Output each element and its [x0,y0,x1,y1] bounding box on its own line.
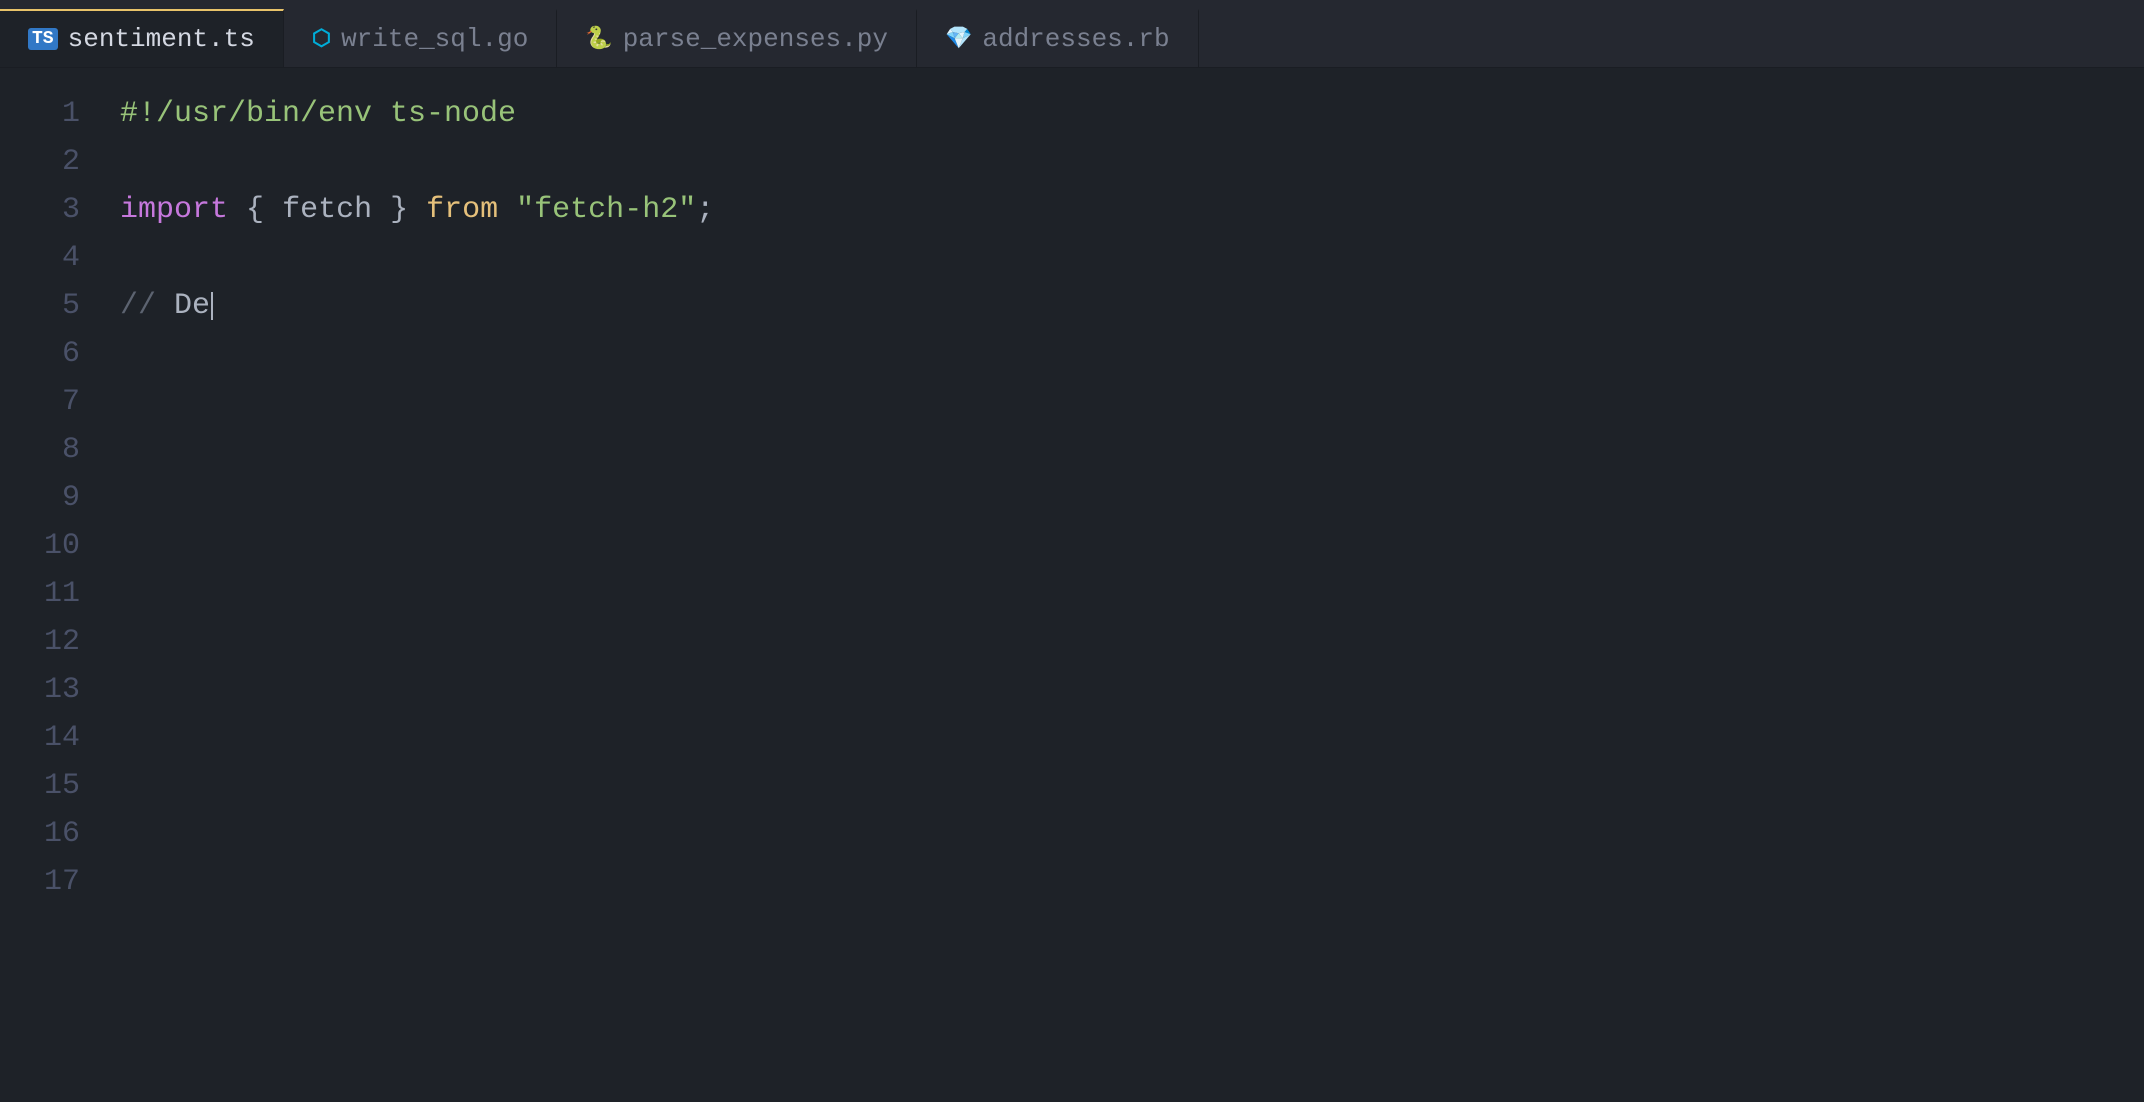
tab-write-sql-go[interactable]: ⬡ write_sql.go [284,9,557,67]
code-line-8 [120,426,2124,474]
code-line-1: #!/usr/bin/env ts-node [120,90,2124,138]
space3 [372,186,390,234]
line-num-16: 16 [40,810,80,858]
code-line-9 [120,474,2124,522]
code-line-13 [120,666,2124,714]
line-num-2: 2 [40,138,80,186]
code-line-15 [120,762,2124,810]
fetch-identifier: fetch [282,186,372,234]
text-cursor [211,292,213,320]
shebang-token: #!/usr/bin/env ts-node [120,90,516,138]
open-brace: { [246,186,264,234]
line-num-15: 15 [40,762,80,810]
line-num-9: 9 [40,474,80,522]
from-keyword: from [426,186,498,234]
space2 [264,186,282,234]
line-num-6: 6 [40,330,80,378]
line-num-13: 13 [40,666,80,714]
import-string: "fetch-h2" [516,186,696,234]
py-icon: 🐍 [585,26,612,52]
code-line-3: import { fetch } from "fetch-h2" ; [120,186,2124,234]
comment-slashes: // [120,282,156,330]
code-line-7 [120,378,2124,426]
tab-parse-expenses-py[interactable]: 🐍 parse_expenses.py [557,9,917,67]
code-line-12 [120,618,2124,666]
tab-sentiment-ts[interactable]: TS sentiment.ts [0,9,284,67]
line-num-8: 8 [40,426,80,474]
line-num-4: 4 [40,234,80,282]
code-line-5: // De [120,282,2124,330]
code-line-4 [120,234,2124,282]
line-num-1: 1 [40,90,80,138]
editor-container: TS sentiment.ts ⬡ write_sql.go 🐍 parse_e… [0,0,2144,1102]
semicolon: ; [696,186,714,234]
import-keyword: import [120,186,228,234]
line-num-12: 12 [40,618,80,666]
code-line-11 [120,570,2124,618]
code-content[interactable]: #!/usr/bin/env ts-node import { fetch } … [100,78,2144,1102]
code-line-2 [120,138,2124,186]
line-num-3: 3 [40,186,80,234]
code-line-17 [120,858,2124,906]
tab-label-addresses-rb: addresses.rb [982,24,1169,54]
tab-label-write-sql-go: write_sql.go [341,24,528,54]
code-line-10 [120,522,2124,570]
tab-addresses-rb[interactable]: 💎 addresses.rb [917,9,1199,67]
code-line-16 [120,810,2124,858]
rb-icon: 💎 [945,26,972,52]
code-line-14 [120,714,2124,762]
close-brace: } [390,186,408,234]
space4 [408,186,426,234]
line-num-10: 10 [40,522,80,570]
go-icon: ⬡ [312,26,331,52]
line-num-17: 17 [40,858,80,906]
comment-text: De [156,282,210,330]
ts-icon: TS [28,28,58,50]
tab-bar: TS sentiment.ts ⬡ write_sql.go 🐍 parse_e… [0,0,2144,68]
line-num-5: 5 [40,282,80,330]
line-num-7: 7 [40,378,80,426]
space1 [228,186,246,234]
line-num-14: 14 [40,714,80,762]
line-numbers: 1 2 3 4 5 6 7 8 9 10 11 12 13 14 15 16 1… [0,78,100,1102]
tab-label-parse-expenses-py: parse_expenses.py [623,24,888,54]
line-num-11: 11 [40,570,80,618]
code-area[interactable]: 1 2 3 4 5 6 7 8 9 10 11 12 13 14 15 16 1… [0,68,2144,1102]
tab-label-sentiment-ts: sentiment.ts [68,24,255,54]
space5 [498,186,516,234]
code-line-6 [120,330,2124,378]
